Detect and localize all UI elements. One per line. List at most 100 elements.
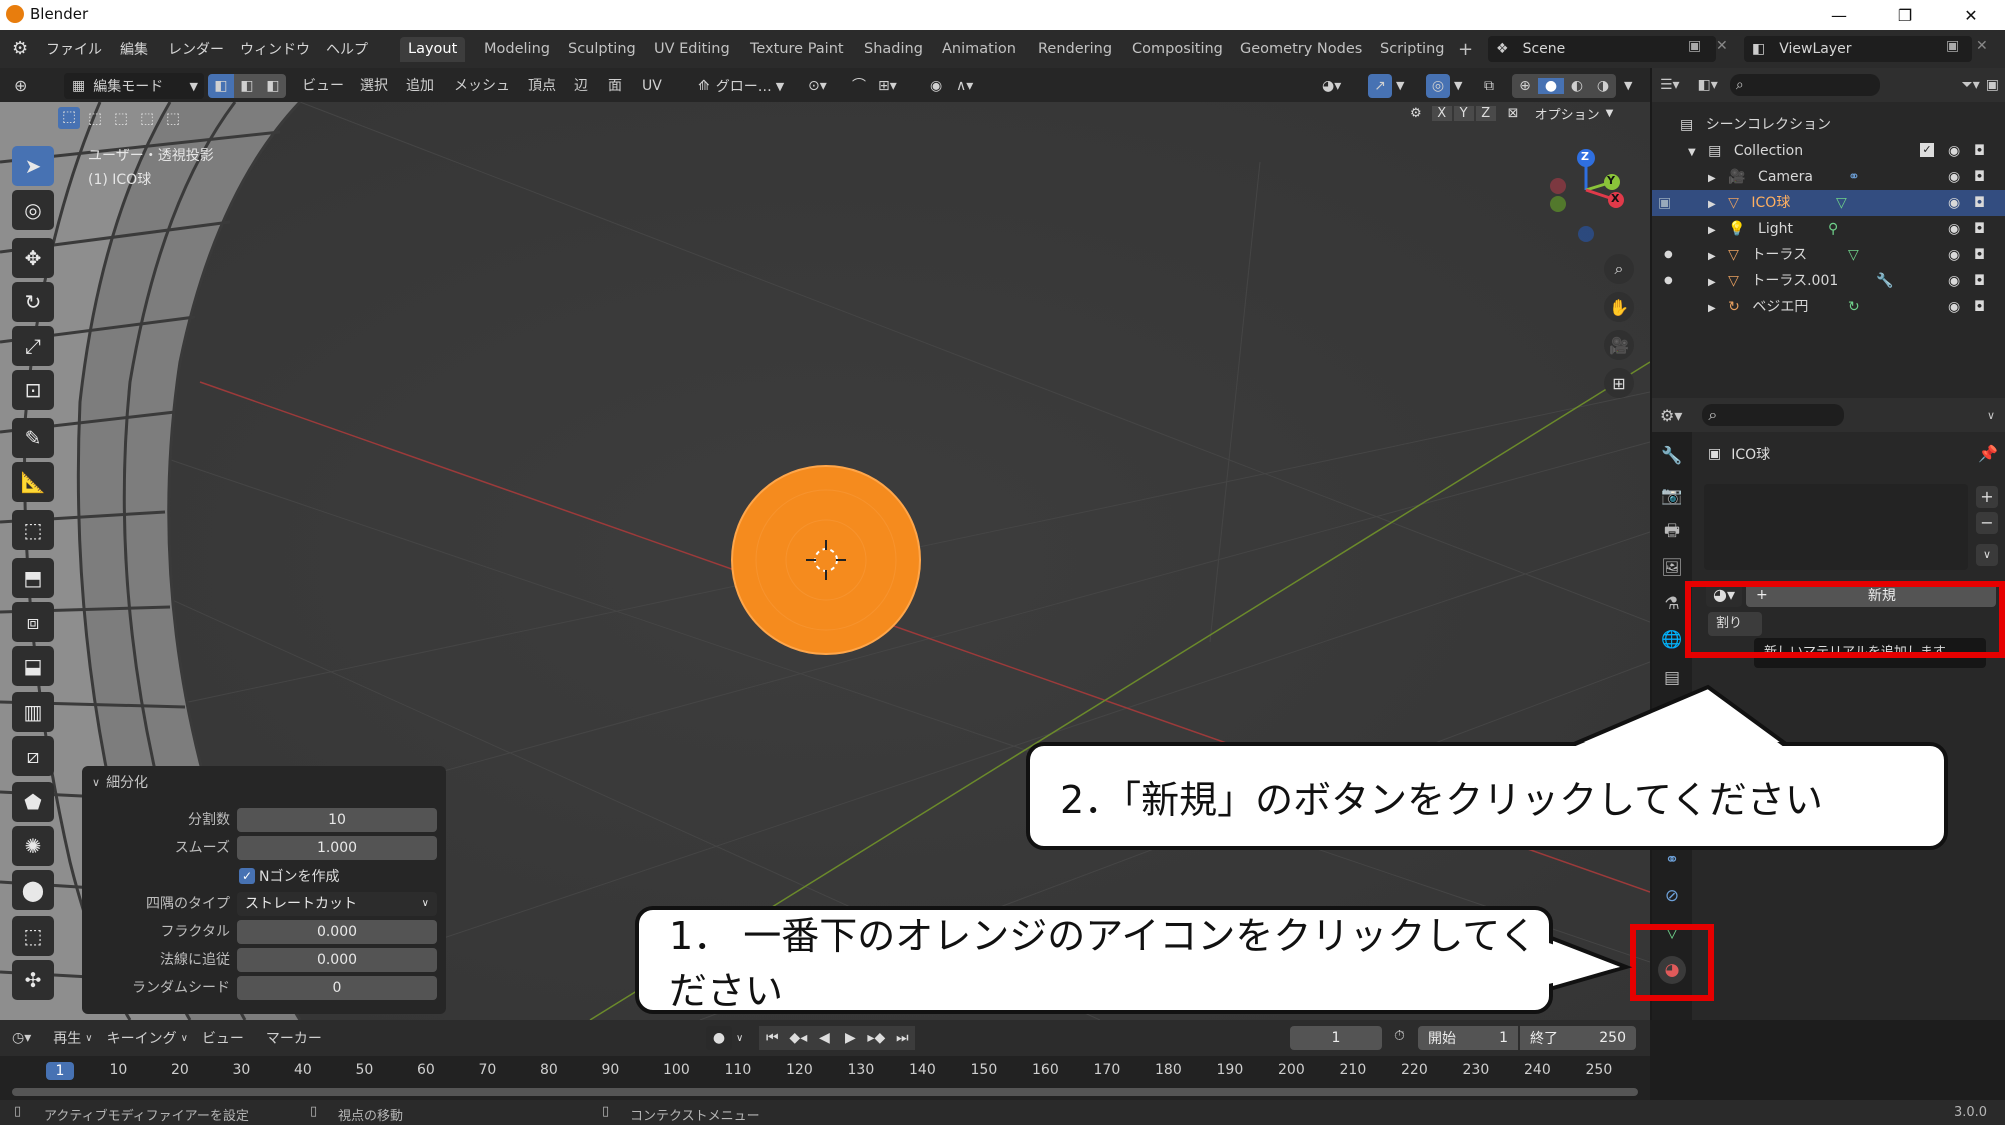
fractal-field[interactable]: 0.000 [237, 920, 437, 944]
slot-menu-icon[interactable]: ∨ [1976, 544, 1998, 566]
timeline-scrollbar[interactable] [12, 1088, 1638, 1096]
navigation-gizmo[interactable]: Z Y X [1530, 142, 1640, 242]
outliner-item-bezier-circle[interactable]: ▶ ↻ ベジエ円 ↻ ◉ ◘ [1652, 294, 2005, 320]
view-layer-new-icon[interactable]: ▣ [1946, 38, 1959, 54]
outliner-item-light[interactable]: ▶ 💡 Light ⚲ ◉ ◘ [1652, 216, 2005, 242]
face-select-icon[interactable]: ◧ [260, 74, 286, 98]
frame-end-field[interactable]: 終了 250 [1520, 1026, 1636, 1050]
shading-dropdown-icon[interactable]: ▼ [1624, 74, 1632, 98]
smoothness-field[interactable]: 1.000 [237, 836, 437, 860]
camera-render-icon[interactable]: ◘ [1974, 268, 1985, 294]
proportional-edit-icon[interactable]: ◉ [930, 74, 942, 98]
menu-select[interactable]: 選択 [360, 74, 388, 98]
move-tool-icon[interactable]: ✥ [12, 238, 54, 278]
scene-tab-icon[interactable]: ⚗ [1658, 590, 1686, 618]
jump-start-icon[interactable]: ⏮ [759, 1026, 786, 1050]
timeline-editor-icon[interactable]: ◷▾ [12, 1030, 31, 1046]
properties-search-input[interactable]: ⌕ [1702, 404, 1845, 426]
menu-edge[interactable]: 辺 [574, 74, 588, 98]
expand-icon[interactable]: ▶ [1708, 277, 1716, 288]
tab-geometry-nodes[interactable]: Geometry Nodes [1232, 37, 1370, 62]
outliner-item-ico-sphere[interactable]: ▣ ▶ ▽ ICO球 ▽ ◉ ◘ [1652, 190, 2005, 216]
scene-new-icon[interactable]: ▣ [1688, 38, 1701, 54]
add-slot-icon[interactable]: + [1976, 486, 1998, 508]
transform-orientation-selector[interactable]: ⟰ グロー… ▼ [694, 73, 798, 99]
camera-render-icon[interactable]: ◘ [1974, 190, 1985, 216]
menu-render[interactable]: レンダー [168, 39, 224, 59]
quad-corner-select[interactable]: ストレートカット ∨ [237, 892, 437, 916]
collection-tab-icon[interactable]: ▤ [1658, 664, 1686, 692]
menu-help[interactable]: ヘルプ [326, 39, 368, 59]
overlay-toggle-icon[interactable]: ◎ [1426, 74, 1450, 98]
material-shading-icon[interactable]: ◐ [1564, 78, 1590, 94]
menu-window[interactable]: ウィンドウ [240, 39, 310, 59]
properties-editor-icon[interactable]: ⚙▾ [1660, 406, 1682, 425]
play-icon[interactable]: ▶ [837, 1026, 864, 1050]
camera-render-icon[interactable]: ◘ [1974, 216, 1985, 242]
menu-view[interactable]: ビュー [302, 74, 344, 98]
scene-close-icon[interactable]: ✕ [1716, 38, 1728, 54]
editor-type-icon[interactable]: ⊕ [14, 74, 27, 98]
output-tab-icon[interactable]: 🖶 [1658, 518, 1686, 546]
select-box-tool-icon[interactable]: ➤ [12, 146, 54, 186]
display-mode-icon[interactable]: ◧▾ [1698, 77, 1718, 93]
maximize-button[interactable]: ❐ [1882, 0, 1928, 30]
frame-ruler[interactable]: 1 10 20 30 40 50 60 70 80 90 100 110 120 130 140 150 160… [0, 1056, 1650, 1100]
eye-icon[interactable]: ◉ [1948, 190, 1960, 216]
chevron-down-icon[interactable]: ∨ [1987, 409, 1995, 422]
collection-row[interactable]: ▼ ▤ Collection ✓ ◉ ◘ [1652, 138, 2005, 164]
physics-tab-icon[interactable]: ⊘ [1658, 882, 1686, 910]
ortho-grid-icon[interactable]: ⊞ [1604, 368, 1634, 398]
eye-icon[interactable]: ◉ [1948, 138, 1960, 164]
remove-slot-icon[interactable]: − [1976, 512, 1998, 534]
add-cube-tool-icon[interactable]: ⬚ [12, 510, 54, 550]
edge-select-icon[interactable]: ◧ [234, 74, 260, 98]
visibility-icon[interactable]: ◕▾ [1322, 74, 1341, 98]
snap-target-icon[interactable]: ⊞▾ [878, 74, 897, 98]
loop-cut-tool-icon[interactable]: ▥ [12, 692, 54, 732]
camera-view-icon[interactable]: 🎥 [1604, 330, 1634, 360]
wireframe-shading-icon[interactable]: ⊕ [1512, 78, 1538, 94]
camera-render-icon[interactable]: ◘ [1974, 294, 1985, 320]
minimize-button[interactable]: — [1816, 0, 1862, 30]
material-slot-list[interactable] [1704, 484, 1968, 570]
stopwatch-icon[interactable]: ⏱ [1394, 1028, 1405, 1044]
tab-sculpting[interactable]: Sculpting [560, 37, 644, 62]
view-layer-selector[interactable]: ◧ ViewLayer [1744, 36, 1972, 62]
outliner-item-torus-001[interactable]: ● ▶ ▽ トーラス.001 🔧 ◉ ◘ [1652, 268, 2005, 294]
mirror-icon[interactable]: ⚙ [1410, 106, 1422, 121]
mode-selector[interactable]: ▦ 編集モード ▼ [64, 73, 204, 99]
current-frame-field[interactable]: 1 [1290, 1026, 1382, 1050]
rendered-shading-icon[interactable]: ◑ [1590, 78, 1616, 94]
tab-shading[interactable]: Shading [856, 37, 931, 62]
expand-icon[interactable]: ▶ [1708, 251, 1716, 262]
tab-rendering[interactable]: Rendering [1030, 37, 1120, 62]
checkbox-icon[interactable]: ✓ [1920, 143, 1934, 157]
select-new-icon[interactable]: ⬚ [58, 107, 80, 129]
overlay-dropdown-icon[interactable]: ▼ [1454, 74, 1462, 98]
pin-icon[interactable]: 📌 [1978, 444, 1998, 463]
new-collection-icon[interactable]: ▣ [1986, 77, 1999, 93]
menu-uv[interactable]: UV [642, 74, 662, 98]
eye-icon[interactable]: ◉ [1948, 216, 1960, 242]
record-icon[interactable]: ● [706, 1026, 732, 1050]
jump-end-icon[interactable]: ⏭ [889, 1026, 916, 1050]
tab-compositing[interactable]: Compositing [1124, 37, 1231, 62]
play-reverse-icon[interactable]: ◀ [811, 1026, 838, 1050]
expand-icon[interactable]: ▶ [1708, 225, 1716, 236]
mirror-x-button[interactable]: X [1431, 105, 1452, 121]
extrude-tool-icon[interactable]: ⬒ [12, 558, 54, 598]
menu-vertex[interactable]: 頂点 [528, 74, 556, 98]
area-divider[interactable] [1650, 68, 1652, 1020]
mesh-options-icon[interactable]: ⊠ [1508, 106, 1519, 121]
view-layer-close-icon[interactable]: ✕ [1976, 38, 1988, 54]
select-subtract-icon[interactable]: ⬚ [110, 109, 132, 127]
tab-uv-editing[interactable]: UV Editing [646, 37, 738, 62]
xray-toggle-icon[interactable]: ⧉ [1484, 74, 1494, 98]
panel-header[interactable]: ∨ 細分化 [92, 772, 148, 792]
transform-tool-icon[interactable]: ⊡ [12, 370, 54, 410]
menu-face[interactable]: 面 [608, 74, 622, 98]
cuts-field[interactable]: 10 [237, 808, 437, 832]
scene-collection-row[interactable]: ▤ シーンコレクション [1652, 112, 2005, 138]
tab-modeling[interactable]: Modeling [476, 37, 558, 62]
